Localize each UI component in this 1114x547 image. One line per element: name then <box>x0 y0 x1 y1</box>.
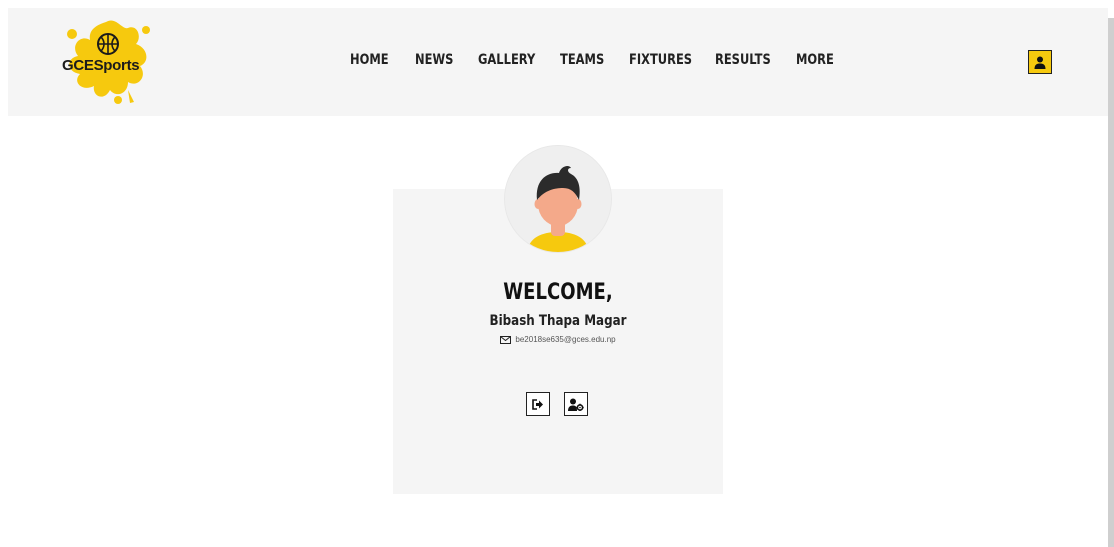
nav-home[interactable]: HOME <box>350 52 389 68</box>
nav-gallery[interactable]: GALLERY <box>478 52 535 68</box>
nav-news[interactable]: NEWS <box>415 52 453 68</box>
avatar <box>505 146 611 252</box>
nav-results[interactable]: RESULTS <box>715 52 771 68</box>
welcome-heading: WELCOME, <box>503 280 613 305</box>
nav-teams[interactable]: TEAMS <box>560 52 604 68</box>
user-settings-icon <box>568 398 584 411</box>
scrollbar[interactable] <box>1108 18 1114 547</box>
user-settings-button[interactable] <box>564 392 588 416</box>
email-row: be2018se635@gces.edu.np <box>393 335 723 344</box>
top-strip <box>0 0 1114 8</box>
nav-fixtures[interactable]: FIXTURES <box>629 52 692 68</box>
nav-more[interactable]: MORE <box>796 52 834 68</box>
user-name: Bibash Thapa Magar <box>489 313 627 329</box>
sign-out-icon <box>532 398 543 410</box>
user-icon <box>1034 56 1046 69</box>
profile-actions <box>526 392 588 416</box>
envelope-icon <box>500 335 512 344</box>
user-email: be2018se635@gces.edu.np <box>515 335 616 344</box>
user-account-button[interactable] <box>1028 50 1052 74</box>
logout-button[interactable] <box>526 392 550 416</box>
avatar-illustration <box>505 146 611 252</box>
main-nav: HOME NEWS GALLERY TEAMS FIXTURES RESULTS… <box>0 52 1114 74</box>
